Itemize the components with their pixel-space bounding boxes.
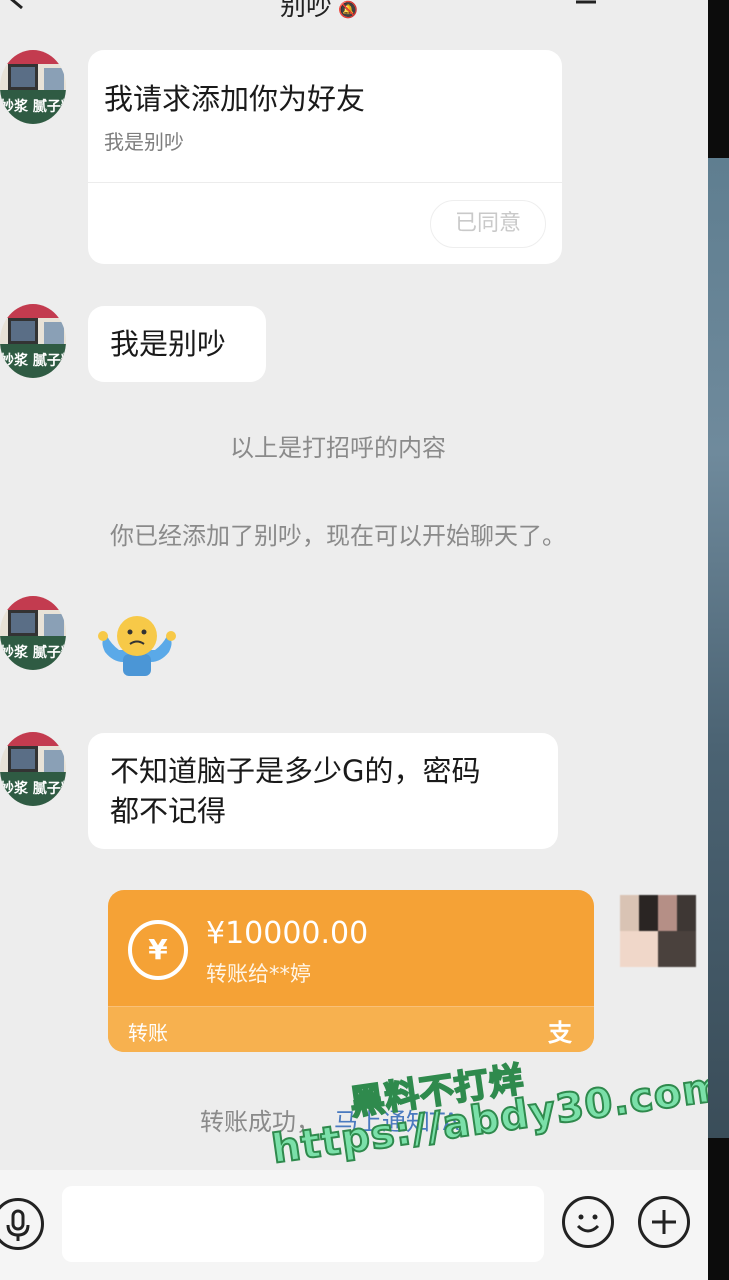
card-title: 我请求添加你为好友 bbox=[104, 82, 366, 116]
alipay-logo-icon: 支 bbox=[548, 1019, 572, 1047]
chat-list-icon[interactable] bbox=[566, 0, 606, 10]
chat-area: 别吵 🔕 妙浆 腻子粉 我请求添加你为好友 我是别吵 已同意 妙浆 腻子粉 我是别… bbox=[0, 0, 708, 1170]
transfer-recipient: 转账给**婷 bbox=[206, 962, 311, 986]
transfer-footer: 转账 支 bbox=[108, 1006, 594, 1052]
system-note: 你已经添加了别吵，现在可以开始聊天了。 bbox=[110, 522, 566, 550]
message-line: 都不记得 bbox=[110, 794, 227, 828]
page-title: 别吵 🔕 bbox=[280, 0, 358, 23]
chevron-left-icon[interactable] bbox=[6, 0, 26, 10]
yen-glyph: ¥ bbox=[148, 933, 168, 966]
avatar-sign: 妙浆 腻子粉 bbox=[0, 772, 66, 806]
background-strip bbox=[708, 0, 729, 1280]
avatar-window bbox=[44, 614, 64, 636]
plus-icon bbox=[652, 1210, 676, 1234]
message-input[interactable] bbox=[62, 1186, 544, 1262]
voice-button[interactable] bbox=[0, 1198, 44, 1250]
emoji-button[interactable] bbox=[562, 1196, 614, 1248]
shrug-emoji-icon[interactable] bbox=[95, 610, 179, 682]
card-subtitle: 我是别吵 bbox=[104, 130, 184, 154]
message-line: 不知道脑子是多少G的，密码 bbox=[110, 754, 481, 788]
input-bar bbox=[0, 1170, 708, 1280]
avatar-window bbox=[8, 64, 38, 90]
top-bar: 别吵 🔕 bbox=[0, 0, 708, 22]
avatar[interactable]: 妙浆 腻子粉 bbox=[0, 732, 66, 806]
more-button[interactable] bbox=[638, 1196, 690, 1248]
contact-name: 别吵 bbox=[280, 0, 333, 22]
avatar[interactable]: 妙浆 腻子粉 bbox=[0, 304, 66, 378]
avatar-pixel bbox=[620, 931, 658, 967]
divider bbox=[88, 182, 562, 183]
avatar-window bbox=[44, 68, 64, 90]
my-avatar[interactable] bbox=[620, 895, 696, 967]
avatar-sign: 妙浆 腻子粉 bbox=[0, 90, 66, 124]
transfer-amount: ¥10000.00 bbox=[206, 916, 369, 951]
avatar-window bbox=[8, 746, 38, 772]
friend-request-card[interactable]: 我请求添加你为好友 我是别吵 已同意 bbox=[88, 50, 562, 264]
avatar-window bbox=[8, 318, 38, 344]
system-note: 以上是打招呼的内容 bbox=[230, 434, 446, 462]
background-photo bbox=[708, 158, 729, 1138]
transfer-label: 转账 bbox=[128, 1021, 168, 1045]
avatar[interactable]: 妙浆 腻子粉 bbox=[0, 50, 66, 124]
avatar-sign: 妙浆 腻子粉 bbox=[0, 636, 66, 670]
bell-off-icon: 🔕 bbox=[338, 0, 358, 19]
watermark: 黑料不打烊 https://abdy30.com bbox=[263, 1038, 708, 1170]
message-bubble[interactable]: 我是别吵 bbox=[88, 306, 266, 382]
transfer-card[interactable]: ¥ ¥10000.00 转账给**婷 转账 支 bbox=[108, 890, 594, 1052]
avatar-window bbox=[44, 750, 64, 772]
avatar-roof bbox=[0, 50, 66, 64]
avatar-pixel bbox=[658, 931, 696, 967]
avatar-roof bbox=[0, 732, 66, 746]
avatar[interactable]: 妙浆 腻子粉 bbox=[0, 596, 66, 670]
message-bubble[interactable]: 不知道脑子是多少G的，密码 都不记得 bbox=[88, 733, 558, 849]
avatar-window bbox=[44, 322, 64, 344]
avatar-sign: 妙浆 腻子粉 bbox=[0, 344, 66, 378]
smiley-icon bbox=[576, 1214, 600, 1233]
microphone-icon bbox=[6, 1209, 30, 1241]
avatar-window bbox=[8, 610, 38, 636]
yen-transfer-icon: ¥ bbox=[128, 920, 188, 980]
avatar-roof bbox=[0, 596, 66, 610]
avatar-roof bbox=[0, 304, 66, 318]
agreed-button[interactable]: 已同意 bbox=[430, 200, 546, 248]
